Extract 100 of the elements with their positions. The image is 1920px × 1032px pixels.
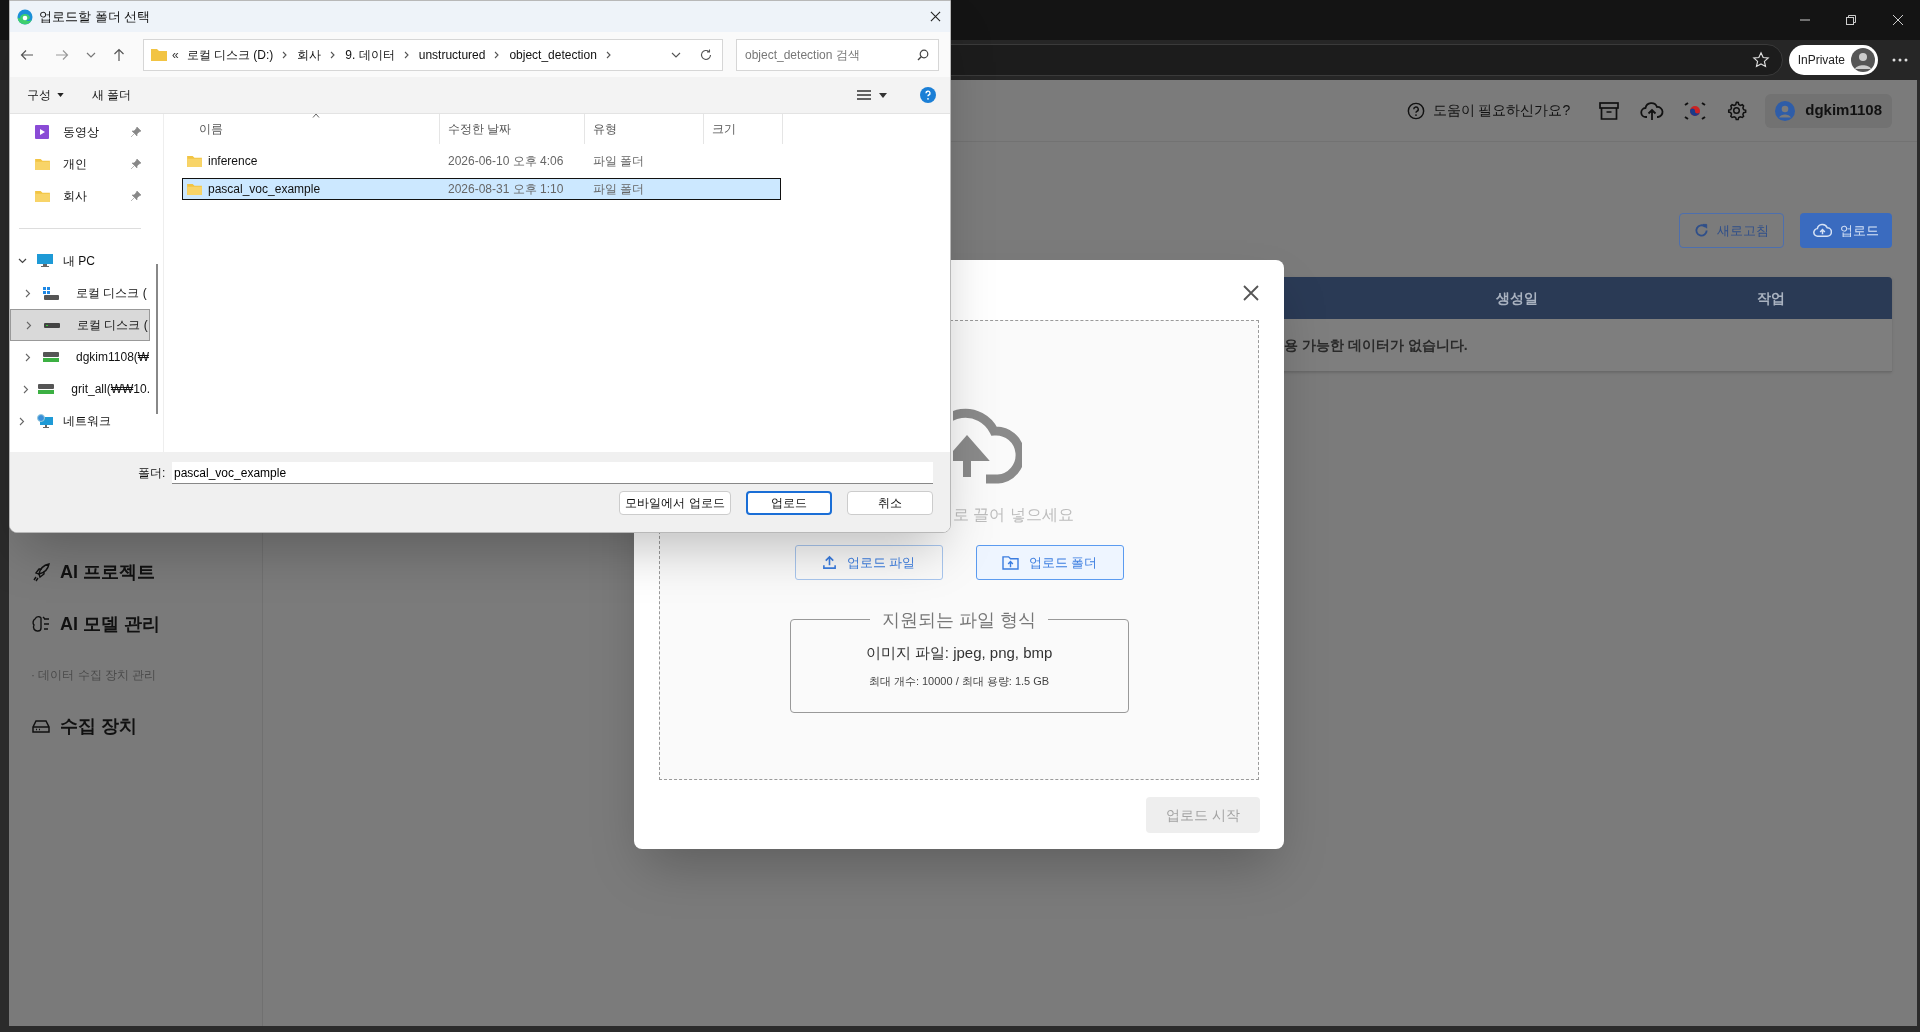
expand-icon[interactable] <box>25 352 31 362</box>
archive-icon[interactable] <box>1598 99 1621 122</box>
collapse-icon[interactable] <box>17 258 27 264</box>
organize-menu[interactable]: 구성 <box>27 86 64 104</box>
user-menu[interactable]: dgkim1108 <box>1765 93 1892 128</box>
pin-icon[interactable] <box>131 127 141 137</box>
upload-icon <box>821 555 837 570</box>
upload-folder-button[interactable]: 업로드 폴더 <box>975 545 1124 580</box>
caret-icon[interactable] <box>879 92 887 98</box>
refresh-icon[interactable] <box>700 48 712 61</box>
drive-icon <box>43 286 59 300</box>
nav-item[interactable]: 개인 <box>63 155 131 173</box>
drive-icon <box>44 322 60 328</box>
user-icon <box>1775 100 1796 121</box>
chevron-down-icon[interactable] <box>671 51 681 58</box>
video-icon <box>35 125 49 139</box>
pin-icon[interactable] <box>131 191 141 201</box>
tree-item[interactable]: grit_all(₩₩10. <box>71 380 150 398</box>
inprivate-badge[interactable]: InPrivate <box>1788 45 1878 75</box>
search-box[interactable]: object_detection 검색 <box>736 38 939 71</box>
path-segment[interactable]: 9. 데이터 <box>345 45 395 64</box>
chevron-right-icon <box>605 50 612 59</box>
path-segment[interactable]: object_detection <box>509 45 597 64</box>
folder-upload-icon <box>1001 555 1019 570</box>
column-header[interactable]: 유형 <box>593 120 617 138</box>
back-icon[interactable] <box>20 47 34 62</box>
file-row[interactable]: inference 2026-06-10 오후 4:06 파일 폴더 <box>182 150 781 172</box>
inprivate-label: InPrivate <box>1797 52 1845 69</box>
expand-icon[interactable] <box>25 288 31 298</box>
favorite-star-icon[interactable] <box>1751 51 1770 69</box>
file-row[interactable]: pascal_voc_example 2026-08-31 오후 1:10 파일 폴더 <box>182 178 781 200</box>
format-text: 이미지 파일: jpeg, png, bmp <box>865 643 1053 663</box>
column-header[interactable]: 이름 <box>199 120 223 138</box>
path-overflow[interactable]: « <box>172 45 179 64</box>
help-icon[interactable] <box>1406 101 1425 120</box>
folder-icon <box>151 48 167 61</box>
pin-icon[interactable] <box>131 159 141 169</box>
column-header[interactable]: 크기 <box>712 120 736 138</box>
up-icon[interactable] <box>112 47 126 62</box>
computer-icon <box>37 254 53 268</box>
help-icon[interactable] <box>920 87 936 103</box>
field-label: 폴더: <box>138 465 167 482</box>
folder-icon <box>35 190 50 202</box>
chevron-right-icon <box>282 50 289 59</box>
search-field[interactable]: object_detection 검색 <box>745 45 917 64</box>
network-drive-icon <box>38 384 55 394</box>
folder-name-field[interactable]: pascal_voc_example <box>172 462 933 484</box>
nav-item[interactable]: AI 모델 관리 <box>60 610 160 638</box>
flag-icon[interactable] <box>1684 101 1707 120</box>
refresh-icon <box>1694 223 1709 238</box>
path-segment[interactable]: 회사 <box>297 45 322 64</box>
view-options-icon[interactable] <box>857 90 871 100</box>
column-header: 생성일 <box>1495 288 1539 308</box>
tree-item[interactable]: 네트워크 <box>63 412 111 430</box>
chevron-right-icon <box>494 50 501 59</box>
chevron-right-icon <box>403 50 410 59</box>
cloud-upload-icon[interactable] <box>1640 99 1665 122</box>
address-bar[interactable]: « 로컬 디스크 (D:) 회사 9. 데이터 unstructured object_detection <box>143 38 723 71</box>
folder-icon <box>35 158 50 170</box>
tree-item[interactable]: dgkim1108(₩ <box>76 348 150 366</box>
dialog-button[interactable]: 취소 <box>847 491 933 515</box>
tree-item[interactable]: 로컬 디스크 ( <box>76 284 147 302</box>
path-segment[interactable]: 로컬 디스크 (D:) <box>186 45 274 64</box>
avatar-icon <box>1851 48 1875 72</box>
new-folder-button[interactable]: 새 폴더 <box>92 86 132 104</box>
chevron-right-icon <box>330 50 337 59</box>
nav-item[interactable]: 동영상 <box>63 123 131 141</box>
browser-icon <box>17 8 33 25</box>
expand-icon[interactable] <box>19 416 25 426</box>
dialog-button[interactable]: 모바일에서 업로드 <box>619 491 731 515</box>
nav-item[interactable]: AI 프로젝트 <box>60 558 155 586</box>
expand-icon[interactable] <box>26 320 32 330</box>
column-header[interactable]: 수정한 날짜 <box>448 120 512 138</box>
dialog-button[interactable]: 업로드 <box>746 491 832 515</box>
drop-hint: 로 끌어 넣으세요 <box>953 506 1074 523</box>
rocket-icon <box>31 562 51 582</box>
help-link[interactable]: 도움이 필요하신가요? <box>1432 100 1571 121</box>
restore-icon[interactable] <box>1845 14 1857 26</box>
nav-item[interactable]: 회사 <box>63 187 131 205</box>
upload-file-button[interactable]: 업로드 파일 <box>794 545 943 580</box>
close-icon[interactable] <box>1243 285 1259 301</box>
nav-item[interactable]: 수집 장치 <box>60 712 137 740</box>
folder-icon <box>187 155 202 167</box>
path-segment[interactable]: unstructured <box>418 45 486 64</box>
sort-caret-icon <box>312 113 320 118</box>
tree-item[interactable]: 내 PC <box>63 252 95 270</box>
cloud-upload-icon <box>1813 223 1832 238</box>
expand-icon[interactable] <box>22 384 29 394</box>
folder-icon <box>187 183 202 195</box>
limit-text: 최대 개수: 10000 / 최대 용량: 1.5 GB <box>868 673 1050 689</box>
close-icon[interactable] <box>930 11 941 22</box>
search-icon[interactable] <box>917 48 929 61</box>
scrollbar[interactable] <box>155 264 158 414</box>
network-drive-icon <box>43 352 59 362</box>
settings-icon[interactable] <box>1726 100 1748 121</box>
more-icon[interactable] <box>1892 58 1908 62</box>
empty-message: 용 가능한 데이터가 없습니다. <box>1284 335 1468 355</box>
upload-button[interactable]: 업로드 <box>1800 213 1892 248</box>
dialog-title: 업로드할 폴더 선택 <box>39 7 152 26</box>
caret-icon <box>57 93 64 97</box>
